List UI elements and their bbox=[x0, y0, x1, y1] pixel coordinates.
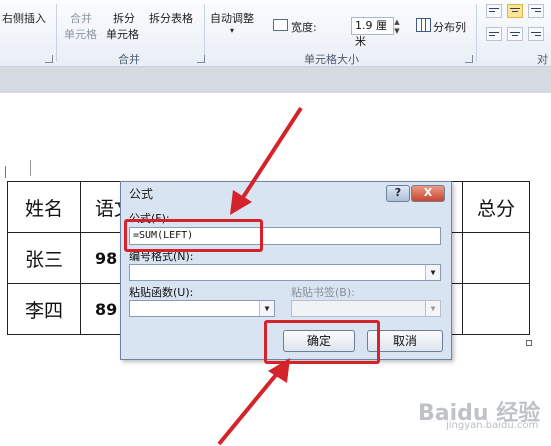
baidu-watermark-url: jingyan.baidu.com bbox=[446, 420, 539, 431]
arrow-to-formula-head bbox=[230, 190, 252, 215]
arrow-to-formula-line bbox=[238, 106, 303, 204]
annotation-arrows bbox=[217, 106, 303, 446]
arrow-to-ok-line bbox=[217, 368, 282, 446]
